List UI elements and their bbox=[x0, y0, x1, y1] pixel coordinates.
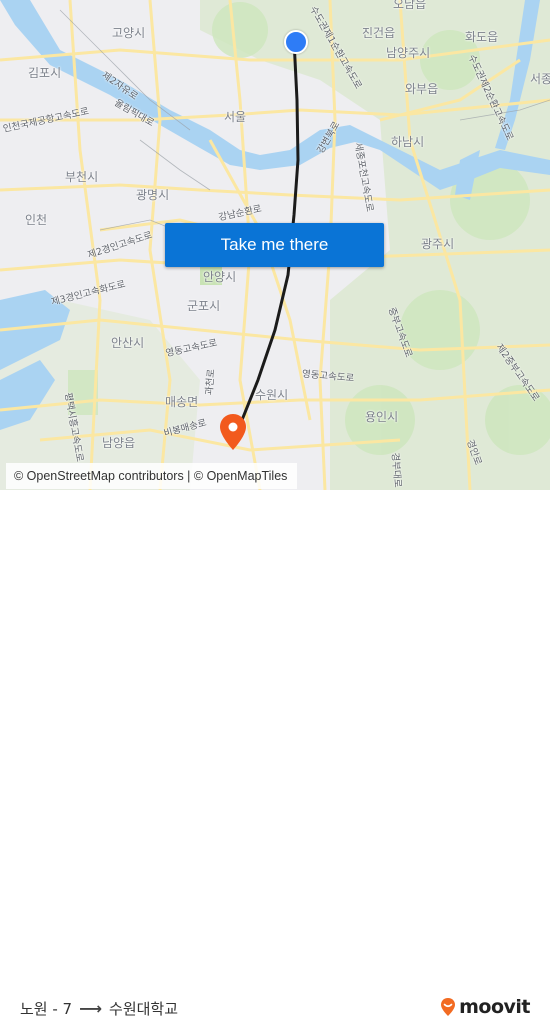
destination-marker-icon[interactable] bbox=[219, 413, 247, 451]
road-gyeongbu: 경부대로 bbox=[388, 452, 403, 489]
moovit-pin-icon bbox=[441, 998, 456, 1016]
map-attribution[interactable]: © OpenStreetMap contributors | © OpenMap… bbox=[6, 463, 298, 489]
label-hanam: 하남시 bbox=[391, 135, 425, 149]
label-ansan: 안산시 bbox=[111, 336, 145, 350]
label-maesong: 매송면 bbox=[165, 395, 199, 409]
arrow-right-icon: ⟶ bbox=[79, 999, 103, 1018]
moovit-logo[interactable]: moovit bbox=[440, 996, 530, 1018]
label-anyang: 안양시 bbox=[203, 270, 237, 284]
label-jeongu: 오남읍 bbox=[393, 0, 427, 11]
label-gwangju: 광주시 bbox=[421, 237, 455, 251]
route-summary: 노원 - 7 ⟶ 수원대학교 bbox=[20, 998, 178, 1019]
label-bucheon: 부천시 bbox=[65, 170, 99, 184]
take-me-there-button[interactable]: Take me there bbox=[165, 223, 384, 267]
label-seojong: 서종 bbox=[530, 72, 550, 86]
label-namyang: 남양읍 bbox=[102, 436, 136, 450]
label-yongin: 용인시 bbox=[365, 410, 399, 424]
label-jingeon: 진건읍 bbox=[362, 26, 396, 40]
label-goyang: 고양시 bbox=[112, 26, 146, 40]
label-gunpo: 군포시 bbox=[187, 299, 221, 313]
moovit-wordmark: moovit bbox=[459, 996, 530, 1018]
label-incheon: 인천 bbox=[25, 213, 48, 227]
label-namyangju: 남양주시 bbox=[386, 46, 431, 60]
label-gwangmyeong: 광명시 bbox=[136, 188, 170, 202]
origin-label: 노원 - 7 bbox=[20, 1000, 73, 1018]
destination-label: 수원대학교 bbox=[109, 1000, 179, 1018]
map-view[interactable]: 고양시 김포시 오남읍 진건읍 화도읍 남양주시 서종 와부읍 서울 하남시 부… bbox=[0, 0, 550, 490]
label-suwon: 수원시 bbox=[255, 388, 289, 402]
label-wabu: 와부읍 bbox=[405, 82, 439, 96]
label-seoul: 서울 bbox=[224, 110, 247, 124]
label-hwado: 화도읍 bbox=[465, 30, 499, 44]
road-gwacheon: 과천로 bbox=[203, 368, 218, 396]
footer-bar: 노원 - 7 ⟶ 수원대학교 moovit bbox=[0, 490, 550, 1018]
label-gimpo: 김포시 bbox=[28, 66, 62, 80]
origin-marker[interactable] bbox=[284, 30, 308, 54]
